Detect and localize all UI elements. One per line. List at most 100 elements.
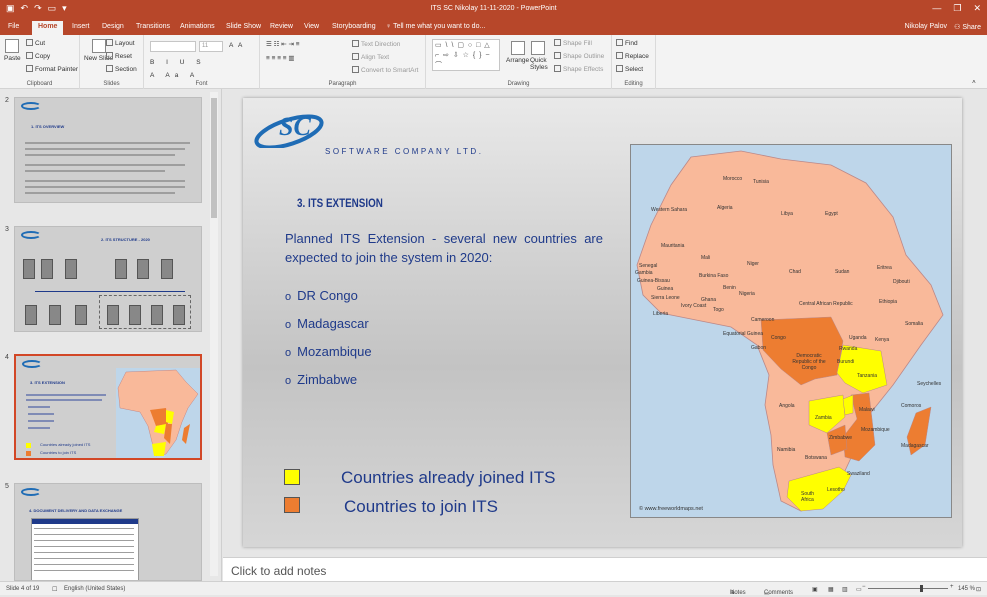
tab-animations[interactable]: Animations [180, 23, 215, 30]
thumb-table-line [34, 540, 134, 541]
clipboard-icon [5, 39, 20, 53]
copy-button[interactable]: Copy [26, 52, 50, 60]
slide-sorter-icon[interactable]: ▦ [828, 586, 834, 593]
cut-button[interactable]: Cut [26, 39, 45, 47]
arrange-button[interactable]: Arrange [506, 41, 529, 64]
tell-me-search[interactable]: ♀ Tell me what you want to do... [386, 23, 485, 30]
africa-map[interactable]: Morocco Tunisia Algeria Libya Egypt West… [630, 144, 952, 518]
slide-thumbnail-4[interactable]: 3. ITS EXTENSION Countries already joine… [14, 354, 202, 460]
slide-title[interactable]: 3. ITS EXTENSION [297, 196, 383, 210]
spell-check-icon[interactable]: ☐ [52, 586, 57, 593]
share-button[interactable]: ⚇ Share [954, 23, 981, 31]
shape-fill-button[interactable]: Shape Fill [554, 39, 592, 47]
slide-description[interactable]: Planned ITS Extension - several new coun… [285, 229, 603, 267]
scissors-icon [26, 39, 33, 46]
map-label: Cameroon [751, 317, 775, 323]
scrollbar-thumb[interactable] [211, 98, 217, 218]
text-direction-button[interactable]: Text Direction [352, 40, 400, 48]
shapes-gallery[interactable]: ▭ \ \ ▢ ○ □ △ ⌐ ⇨ ⇩ ☆ { } ~ ⌒ [432, 39, 500, 71]
bullet-item[interactable]: o Zimbabwe [285, 372, 357, 387]
group-label-editing: Editing [624, 81, 643, 87]
tab-view[interactable]: View [304, 23, 319, 30]
reset-label: Reset [115, 53, 132, 60]
shape-outline-button[interactable]: Shape Outline [554, 52, 604, 60]
normal-view-icon[interactable]: ▣ [812, 586, 818, 593]
restore-button[interactable]: ❐ [953, 3, 961, 14]
bullet-item[interactable]: o DR Congo [285, 288, 358, 303]
tab-file[interactable]: File [8, 23, 19, 30]
alignment-buttons[interactable]: ≡ ≡ ≡ ≡ ▥ [266, 54, 295, 62]
thumb-text-line [25, 154, 175, 156]
font-format-buttons[interactable]: B I U S [150, 59, 206, 66]
slide-counter: Slide 4 of 19 [6, 586, 40, 592]
network-line [35, 291, 185, 292]
tab-storyboarding[interactable]: Storyboarding [332, 23, 376, 30]
thumb-table-line [34, 528, 134, 529]
smartart-button[interactable]: Convert to SmartArt [352, 66, 418, 74]
replace-button[interactable]: Replace [616, 52, 649, 60]
slide-thumbnail-2[interactable]: 1. ITS OVERVIEW [14, 97, 202, 203]
reading-view-icon[interactable]: ▥ [842, 586, 848, 593]
language-indicator[interactable]: English (United States) [64, 586, 125, 592]
font-size-input[interactable]: 11 [199, 41, 223, 52]
select-button[interactable]: Select [616, 65, 643, 73]
tab-review[interactable]: Review [270, 23, 293, 30]
title-bar: ▣ ↶ ↷ ▭ ▾ ITS SC Nikolay 11-11-2020 - Po… [0, 0, 987, 20]
bullet-item[interactable]: o Madagascar [285, 316, 369, 331]
map-label: Congo [771, 335, 786, 341]
notes-pane[interactable]: Click to add notes [223, 557, 987, 581]
zoom-in-icon[interactable]: + [950, 584, 954, 590]
thumbnail-scrollbar[interactable] [210, 92, 218, 576]
thumb-logo-icon [21, 488, 41, 496]
tab-transitions[interactable]: Transitions [136, 23, 170, 30]
shrink-font-icon[interactable]: A [238, 42, 242, 49]
cursor-icon [616, 65, 623, 72]
section-button[interactable]: Section [106, 65, 137, 73]
map-label: Egypt [825, 211, 838, 217]
zoom-out-icon[interactable]: − [862, 584, 866, 590]
zoom-level[interactable]: 145 % [958, 586, 975, 592]
server-icon [173, 305, 185, 325]
format-painter-button[interactable]: Format Painter [26, 65, 78, 73]
font-color-buttons[interactable]: A Aa A [150, 72, 199, 79]
map-label: Niger [747, 261, 759, 267]
grow-font-icon[interactable]: A [229, 42, 233, 49]
map-label: Sudan [835, 269, 850, 275]
paste-button[interactable]: Paste [4, 39, 21, 62]
map-label: Libya [781, 211, 793, 217]
font-name-input[interactable] [150, 41, 196, 52]
quick-styles-button[interactable]: Quick Styles [530, 41, 548, 71]
close-button[interactable]: ✕ [973, 3, 981, 14]
list-buttons[interactable]: ☰ ☷ ⇤ ⇥ ≡ [266, 40, 300, 48]
tab-insert[interactable]: Insert [72, 23, 90, 30]
slide-thumbnail-3[interactable]: 2. ITS STRUCTURE - 2020 [14, 226, 202, 332]
layout-label: Layout [115, 40, 135, 47]
thumb-table-header [32, 519, 138, 524]
bullet-text: Mozambique [297, 344, 372, 359]
layout-button[interactable]: Layout [106, 39, 135, 47]
slide-thumbnail-5[interactable]: 4. DOCUMENT DELIVERY AND DATA EXCHANGE [14, 483, 202, 581]
tab-home[interactable]: Home [32, 21, 64, 35]
current-slide[interactable]: SC SOFTWARE COMPANY LTD. 3. ITS EXTENSIO… [243, 98, 962, 547]
legend-label-to-join[interactable]: Countries to join ITS [344, 497, 498, 517]
slideshow-view-icon[interactable]: ▭ [856, 586, 862, 593]
map-label: Ethiopia [879, 299, 898, 305]
minimize-button[interactable]: — [932, 3, 941, 14]
fit-to-window-icon[interactable]: ⊡ [976, 586, 981, 593]
reset-button[interactable]: Reset [106, 52, 132, 60]
map-label: Malawi [859, 407, 875, 413]
tab-slide-show[interactable]: Slide Show [226, 23, 261, 30]
shape-effects-button[interactable]: Shape Effects [554, 65, 603, 73]
thumb-table-line [34, 564, 134, 565]
legend-swatch-joined [284, 469, 300, 485]
align-text-button[interactable]: Align Text [352, 53, 389, 61]
bullet-circle-icon: o [285, 319, 292, 331]
collapse-ribbon-icon[interactable]: ˄ [972, 79, 976, 86]
bullet-item[interactable]: o Mozambique [285, 344, 372, 359]
zoom-slider[interactable] [868, 588, 948, 589]
zoom-slider-handle[interactable] [920, 585, 923, 592]
find-button[interactable]: Find [616, 39, 638, 47]
tab-design[interactable]: Design [102, 23, 124, 30]
user-name[interactable]: Nikolay Palov [905, 23, 947, 30]
legend-label-joined[interactable]: Countries already joined ITS [341, 468, 556, 488]
